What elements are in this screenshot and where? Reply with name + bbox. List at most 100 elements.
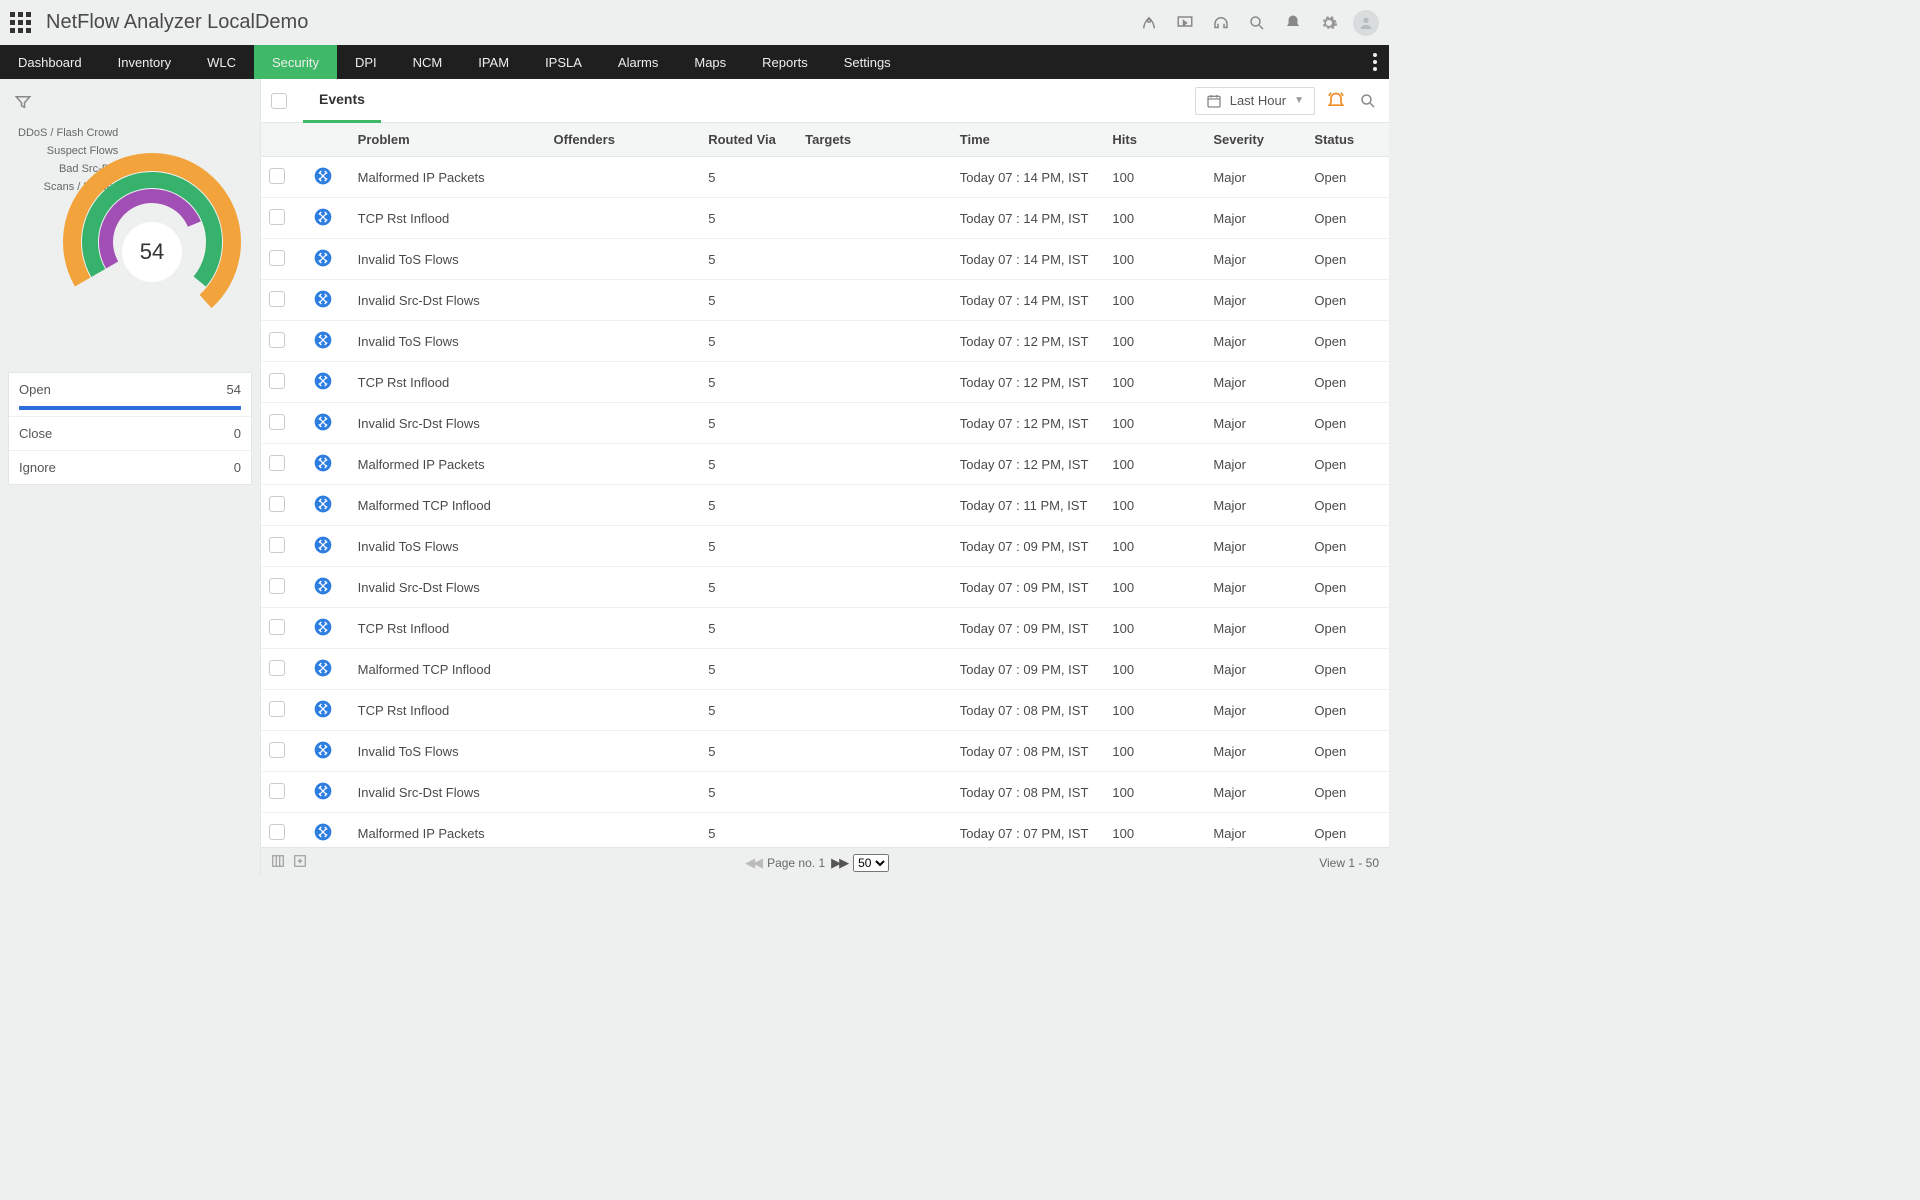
cell-targets [797,280,952,321]
row-checkbox[interactable] [269,783,285,799]
col-offenders[interactable]: Offenders [546,123,701,157]
table-row[interactable]: Invalid ToS Flows5Today 07 : 09 PM, IST1… [261,526,1389,567]
cell-problem: TCP Rst Inflood [350,608,546,649]
table-row[interactable]: Malformed TCP Inflood5Today 07 : 11 PM, … [261,485,1389,526]
cell-targets [797,813,952,847]
row-checkbox[interactable] [269,373,285,389]
row-checkbox[interactable] [269,209,285,225]
nav-dashboard[interactable]: Dashboard [0,45,100,79]
table-row[interactable]: Invalid ToS Flows5Today 07 : 12 PM, IST1… [261,321,1389,362]
export-icon[interactable] [293,854,307,871]
nav-reports[interactable]: Reports [744,45,826,79]
row-checkbox[interactable] [269,496,285,512]
cell-offenders [546,444,701,485]
status-row[interactable]: Ignore0 [9,450,251,484]
table-row[interactable]: Invalid Src-Dst Flows5Today 07 : 12 PM, … [261,403,1389,444]
page-label: Page no. 1 [767,856,825,870]
status-row[interactable]: Close0 [9,416,251,450]
col-targets[interactable]: Targets [797,123,952,157]
row-checkbox[interactable] [269,414,285,430]
app-launcher-icon[interactable] [10,12,32,34]
nav-maps[interactable]: Maps [676,45,744,79]
row-checkbox[interactable] [269,455,285,471]
cell-routed: 5 [700,813,797,847]
col-hits[interactable]: Hits [1104,123,1205,157]
row-checkbox[interactable] [269,742,285,758]
nav-ipam[interactable]: IPAM [460,45,527,79]
time-range-picker[interactable]: Last Hour ▼ [1195,87,1315,115]
rocket-icon[interactable] [1137,11,1161,35]
cell-hits: 100 [1104,690,1205,731]
table-row[interactable]: Invalid Src-Dst Flows5Today 07 : 09 PM, … [261,567,1389,608]
cell-problem: Invalid ToS Flows [350,731,546,772]
cell-offenders [546,731,701,772]
nav-settings[interactable]: Settings [826,45,909,79]
table-row[interactable]: Malformed IP Packets5Today 07 : 14 PM, I… [261,157,1389,198]
nav-alarms[interactable]: Alarms [600,45,676,79]
cell-time: Today 07 : 09 PM, IST [952,608,1105,649]
table-row[interactable]: TCP Rst Inflood5Today 07 : 09 PM, IST100… [261,608,1389,649]
row-checkbox[interactable] [269,168,285,184]
columns-icon[interactable] [271,854,285,871]
table-row[interactable]: TCP Rst Inflood 5 Today 07 : 08 PM, IST100… [261,690,1389,731]
row-checkbox[interactable] [269,537,285,553]
col-severity[interactable]: Severity [1205,123,1306,157]
cell-time: Today 07 : 11 PM, IST [952,485,1105,526]
cell-routed: 5 [700,690,797,731]
row-checkbox[interactable] [269,660,285,676]
tab-events[interactable]: Events [303,79,381,123]
row-checkbox[interactable] [269,250,285,266]
nav-dpi[interactable]: DPI [337,45,395,79]
cell-hits: 100 [1104,485,1205,526]
cell-targets [797,157,952,198]
cell-status: Open [1306,690,1389,731]
search-icon[interactable] [1245,11,1269,35]
cell-problem: Invalid Src-Dst Flows [350,772,546,813]
nav-inventory[interactable]: Inventory [100,45,189,79]
avatar[interactable] [1353,10,1379,36]
nav-wlc[interactable]: WLC [189,45,254,79]
select-all-checkbox[interactable] [271,93,287,109]
page-next-icon[interactable]: ▶▶ [831,855,847,871]
nav-security[interactable]: Security [254,45,337,79]
col-time[interactable]: Time [952,123,1105,157]
nav-ipsla[interactable]: IPSLA [527,45,600,79]
cell-problem: TCP Rst Inflood [350,690,546,731]
row-checkbox[interactable] [269,701,285,717]
presentation-icon[interactable] [1173,11,1197,35]
table-row[interactable]: Invalid Src-Dst Flows5Today 07 : 08 PM, … [261,772,1389,813]
cell-time: Today 07 : 08 PM, IST [952,690,1105,731]
table-row[interactable]: Malformed IP Packets5Today 07 : 12 PM, I… [261,444,1389,485]
table-row[interactable]: Invalid ToS Flows5Today 07 : 08 PM, IST1… [261,731,1389,772]
nav-overflow-icon[interactable] [1369,45,1381,79]
alert-bell-icon[interactable] [1325,90,1347,112]
page-first-icon[interactable]: ◀◀ [745,855,761,871]
cell-time: Today 07 : 14 PM, IST [952,198,1105,239]
col-problem[interactable]: Problem [350,123,546,157]
col-routed[interactable]: Routed Via [700,123,797,157]
row-checkbox[interactable] [269,291,285,307]
table-row[interactable]: TCP Rst Inflood5Today 07 : 14 PM, IST100… [261,198,1389,239]
headset-icon[interactable] [1209,11,1233,35]
table-search-icon[interactable] [1357,90,1379,112]
page-size-select[interactable]: 50 [853,854,889,872]
cell-status: Open [1306,157,1389,198]
row-checkbox[interactable] [269,619,285,635]
filter-icon[interactable] [14,99,32,114]
col-status[interactable]: Status [1306,123,1389,157]
row-checkbox[interactable] [269,578,285,594]
status-row[interactable]: Open54 [9,373,251,406]
row-checkbox[interactable] [269,824,285,840]
cell-status: Open [1306,198,1389,239]
gear-icon[interactable] [1317,11,1341,35]
nav-ncm[interactable]: NCM [395,45,461,79]
table-row[interactable]: Invalid ToS Flows5Today 07 : 14 PM, IST1… [261,239,1389,280]
table-row[interactable]: Invalid Src-Dst Flows5Today 07 : 14 PM, … [261,280,1389,321]
device-icon [312,616,334,638]
table-row[interactable]: Malformed IP Packets5Today 07 : 07 PM, I… [261,813,1389,847]
row-checkbox[interactable] [269,332,285,348]
table-row[interactable]: TCP Rst Inflood5Today 07 : 12 PM, IST100… [261,362,1389,403]
device-icon [312,165,334,187]
table-row[interactable]: Malformed TCP Inflood5Today 07 : 09 PM, … [261,649,1389,690]
bell-icon[interactable] [1281,11,1305,35]
